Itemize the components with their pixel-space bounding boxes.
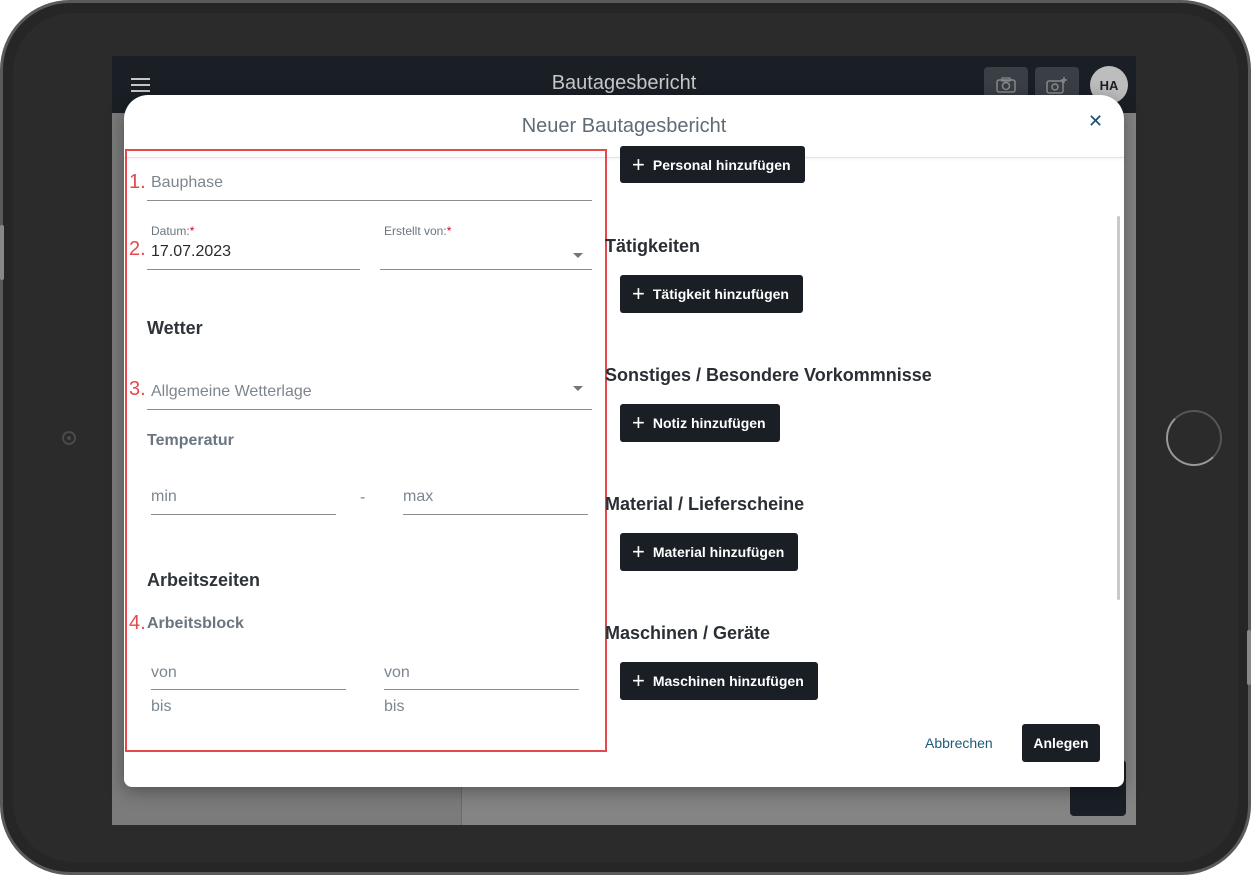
annotation-number: 4. [129,612,146,634]
material-heading: Material / Lieferscheine [605,494,805,514]
add-maschinen-button[interactable]: + Maschinen hinzufügen [620,662,818,700]
tablet-side-button [0,225,4,280]
camera-icon [996,77,1016,93]
taetigkeiten-heading: Tätigkeiten [605,236,701,256]
maschinen-heading: Maschinen / Geräte [605,623,771,643]
add-notiz-button[interactable]: + Notiz hinzufügen [620,404,780,442]
create-button[interactable]: Anlegen [1022,724,1100,762]
annotation-highlight-box [125,149,607,752]
home-button [1166,410,1222,466]
camera-icon [62,431,76,445]
scrollbar[interactable] [1117,216,1120,600]
cancel-button[interactable]: Abbrechen [925,735,993,751]
add-material-button[interactable]: + Material hinzufügen [620,533,799,571]
plus-icon: + [632,410,645,435]
add-photo-icon [1046,77,1067,94]
app-title: Bautagesbericht [551,72,697,94]
plus-icon: + [632,668,645,693]
close-icon[interactable]: ✕ [1088,111,1103,132]
plus-icon: + [632,151,645,177]
annotation-number: 1. [129,171,146,193]
tablet-side-button [1247,630,1251,685]
plus-icon: + [632,539,645,564]
annotation-number: 3. [129,378,146,400]
add-taetigkeit-button[interactable]: + Tätigkeit hinzufügen [620,275,803,313]
add-personal-button[interactable]: + Personal hinzufügen [620,146,805,183]
annotation-number: 2. [129,238,146,260]
dialog-title: Neuer Bautagesbericht [521,115,727,137]
plus-icon: + [632,281,645,306]
sonstiges-heading: Sonstiges / Besondere Vorkommnisse [605,365,932,385]
